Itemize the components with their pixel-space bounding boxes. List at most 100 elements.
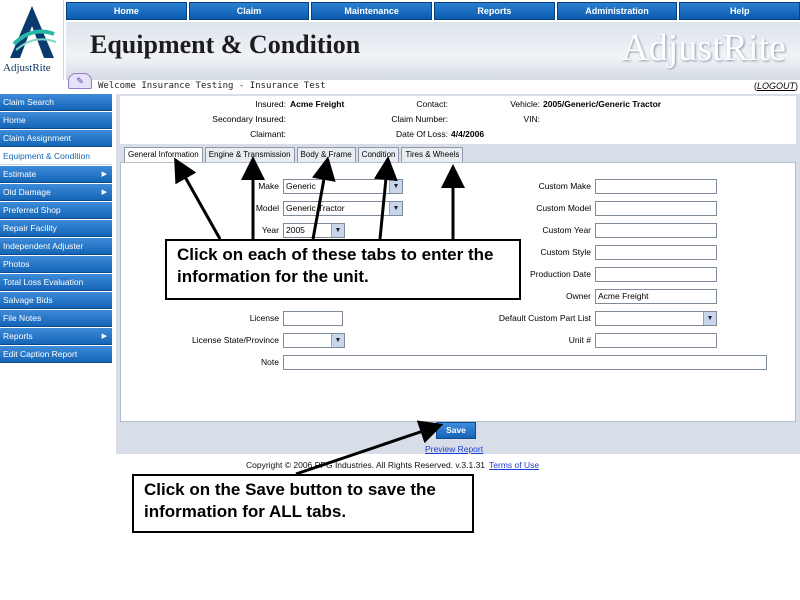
vehicle-label: Vehicle: (510, 99, 540, 109)
top-nav: Home Claim Maintenance Reports Administr… (66, 2, 800, 20)
nav-administration[interactable]: Administration (556, 2, 678, 20)
custom-style-input[interactable] (595, 245, 717, 260)
nav-maintenance[interactable]: Maintenance (311, 2, 433, 20)
license-state-label: License State/Province (192, 335, 279, 345)
copyright-footer: Copyright © 2006 PPG Industries. All Rig… (246, 460, 539, 470)
sidebar-item-old-damage[interactable]: Old Damage ▶ (0, 184, 112, 201)
logout-link[interactable]: LOGOUT (757, 81, 795, 91)
tab-condition[interactable]: Condition (357, 147, 400, 162)
claim-info-panel: Insured: Acme Freight Contact: Vehicle: … (120, 96, 796, 144)
custom-make-input[interactable] (595, 179, 717, 194)
tab-bar: General Information Engine & Transmissio… (124, 147, 464, 162)
nav-help[interactable]: Help (679, 2, 800, 20)
default-custom-part-list-select[interactable]: ▼ (595, 311, 717, 326)
chevron-down-icon: ▼ (389, 202, 402, 215)
save-callout: Click on the Save button to save the inf… (132, 474, 474, 533)
brand-wordmark: AdjustRite (621, 27, 786, 69)
custom-year-label: Custom Year (542, 225, 591, 235)
page-title: Equipment & Condition (90, 30, 361, 59)
sidebar-item-total-loss-evaluation[interactable]: Total Loss Evaluation (0, 274, 112, 291)
insured-label: Insured: (255, 99, 286, 109)
sidebar: Claim Search Home Claim Assignment Equip… (0, 94, 112, 364)
copyright-text: Copyright © 2006 PPG Industries. All Rig… (246, 460, 486, 470)
nav-home[interactable]: Home (66, 2, 187, 20)
year-label: Year (261, 225, 279, 235)
sidebar-item-salvage-bids[interactable]: Salvage Bids (0, 292, 112, 309)
model-select[interactable]: Generic Tractor ▼ (283, 201, 403, 216)
contact-label: Contact: (416, 99, 448, 109)
make-label: Make (258, 181, 279, 191)
notepad-icon[interactable]: ✎ (68, 73, 92, 89)
custom-make-label: Custom Make (538, 181, 591, 191)
custom-model-input[interactable] (595, 201, 717, 216)
sidebar-item-label: Preferred Shop (3, 205, 61, 215)
note-label: Note (261, 357, 279, 367)
chevron-down-icon: ▼ (389, 180, 402, 193)
sidebar-item-estimate[interactable]: Estimate ▶ (0, 166, 112, 183)
sidebar-item-label: Repair Facility (3, 223, 57, 233)
sidebar-item-label: File Notes (3, 313, 42, 323)
sidebar-item-label: Equipment & Condition (3, 151, 90, 161)
unit-number-input[interactable] (595, 333, 717, 348)
submenu-arrow-icon: ▶ (101, 171, 107, 178)
insured-value: Acme Freight (290, 99, 345, 109)
license-input[interactable] (283, 311, 343, 326)
date-of-loss-value: 4/4/2006 (451, 129, 485, 139)
sidebar-item-label: Claim Assignment (3, 133, 72, 143)
custom-year-input[interactable] (595, 223, 717, 238)
claimant-label: Claimant: (250, 129, 286, 139)
tab-general-information[interactable]: General Information (124, 147, 203, 162)
sidebar-item-photos[interactable]: Photos (0, 256, 112, 273)
sidebar-item-repair-facility[interactable]: Repair Facility (0, 220, 112, 237)
save-button[interactable]: Save (436, 422, 476, 439)
custom-model-label: Custom Model (536, 203, 591, 213)
license-state-select[interactable]: ▼ (283, 333, 345, 348)
model-value: Generic Tractor (286, 203, 345, 213)
default-custom-part-list-label: Default Custom Part List (498, 313, 591, 323)
date-of-loss-label: Date Of Loss: (396, 129, 448, 139)
logo-text: AdjustRite (3, 62, 51, 74)
secondary-insured-label: Secondary Insured: (212, 114, 286, 124)
sidebar-item-edit-caption-report[interactable]: Edit Caption Report (0, 346, 112, 363)
sidebar-item-label: Edit Caption Report (3, 349, 78, 359)
make-value: Generic (286, 181, 316, 191)
chevron-down-icon: ▼ (331, 224, 344, 237)
welcome-message: Welcome Insurance Testing - Insurance Te… (98, 81, 326, 91)
logo: AdjustRite (0, 0, 64, 80)
sidebar-item-preferred-shop[interactable]: Preferred Shop (0, 202, 112, 219)
submenu-arrow-icon: ▶ (101, 333, 107, 340)
sidebar-item-claim-assignment[interactable]: Claim Assignment (0, 130, 112, 147)
sidebar-item-equipment-condition[interactable]: Equipment & Condition (0, 148, 112, 165)
submenu-arrow-icon: ▶ (101, 189, 107, 196)
sidebar-item-home[interactable]: Home (0, 112, 112, 129)
year-select[interactable]: 2005 ▼ (283, 223, 345, 238)
logout-container: (LOGOUT) (753, 81, 798, 91)
tabs-callout: Click on each of these tabs to enter the… (165, 239, 521, 300)
tab-tires-wheels[interactable]: Tires & Wheels (401, 147, 464, 162)
sidebar-item-label: Old Damage (3, 187, 51, 197)
production-date-input[interactable] (595, 267, 717, 282)
tab-body-frame[interactable]: Body & Frame (296, 147, 356, 162)
nav-reports[interactable]: Reports (434, 2, 555, 20)
sidebar-item-reports[interactable]: Reports ▶ (0, 328, 112, 345)
chevron-down-icon: ▼ (331, 334, 344, 347)
sidebar-item-label: Claim Search (3, 97, 55, 107)
sidebar-item-independent-adjuster[interactable]: Independent Adjuster (0, 238, 112, 255)
preview-report-link[interactable]: Preview Report (425, 444, 483, 454)
terms-of-use-link[interactable]: Terms of Use (489, 460, 539, 470)
sidebar-item-label: Total Loss Evaluation (3, 277, 84, 287)
tab-engine-transmission[interactable]: Engine & Transmission (204, 147, 295, 162)
nav-claim[interactable]: Claim (188, 2, 310, 20)
sidebar-item-label: Reports (3, 331, 33, 341)
owner-input[interactable]: Acme Freight (595, 289, 717, 304)
sidebar-item-label: Salvage Bids (3, 295, 53, 305)
header-band: Equipment & Condition AdjustRite (66, 22, 800, 80)
claim-number-label: Claim Number: (391, 114, 448, 124)
make-select[interactable]: Generic ▼ (283, 179, 403, 194)
unit-number-label: Unit # (568, 335, 591, 345)
note-input[interactable] (283, 355, 767, 370)
sidebar-item-claim-search[interactable]: Claim Search (0, 94, 112, 111)
license-label: License (249, 313, 279, 323)
sidebar-item-file-notes[interactable]: File Notes (0, 310, 112, 327)
sidebar-item-label: Photos (3, 259, 30, 269)
